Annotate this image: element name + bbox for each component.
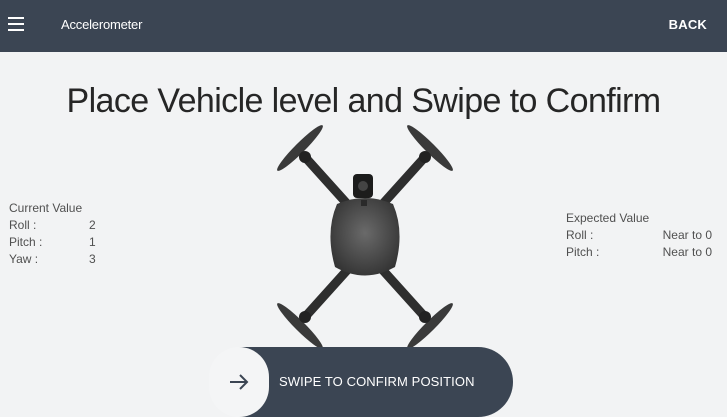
swipe-label: SWIPE TO CONFIRM POSITION: [279, 374, 475, 389]
current-yaw-row: Yaw : 3: [9, 251, 109, 268]
swipe-to-confirm-slider[interactable]: SWIPE TO CONFIRM POSITION: [209, 347, 513, 417]
swipe-handle[interactable]: [209, 347, 269, 417]
current-pitch-label: Pitch :: [9, 235, 43, 249]
current-value-panel: Current Value Roll : 2 Pitch : 1 Yaw : 3: [9, 200, 109, 268]
current-pitch-row: Pitch : 1: [9, 234, 109, 251]
current-yaw-value: 3: [89, 252, 96, 266]
current-roll-row: Roll : 2: [9, 217, 109, 234]
expected-pitch-label: Pitch :: [566, 245, 600, 259]
app-title: Accelerometer: [61, 17, 143, 32]
current-roll-label: Roll :: [9, 218, 37, 232]
hamburger-menu-icon[interactable]: [6, 14, 28, 36]
drone-image: [277, 125, 453, 349]
current-value-heading: Current Value: [9, 201, 83, 215]
arrow-right-icon: [230, 374, 249, 390]
app-bar: Accelerometer BACK: [0, 0, 727, 52]
current-pitch-value: 1: [89, 235, 96, 249]
current-roll-value: 2: [89, 218, 96, 232]
expected-roll-row: Roll : Near to 0: [566, 227, 716, 244]
current-yaw-label: Yaw :: [9, 252, 39, 266]
expected-roll-value: Near to 0: [662, 228, 712, 242]
expected-pitch-row: Pitch : Near to 0: [566, 244, 716, 261]
page-title: Place Vehicle level and Swipe to Confirm: [66, 82, 662, 120]
back-button[interactable]: BACK: [669, 17, 707, 32]
expected-value-heading: Expected Value: [566, 211, 650, 225]
expected-roll-label: Roll :: [566, 228, 594, 242]
expected-pitch-value: Near to 0: [662, 245, 712, 259]
expected-value-panel: Expected Value Roll : Near to 0 Pitch : …: [566, 210, 716, 261]
